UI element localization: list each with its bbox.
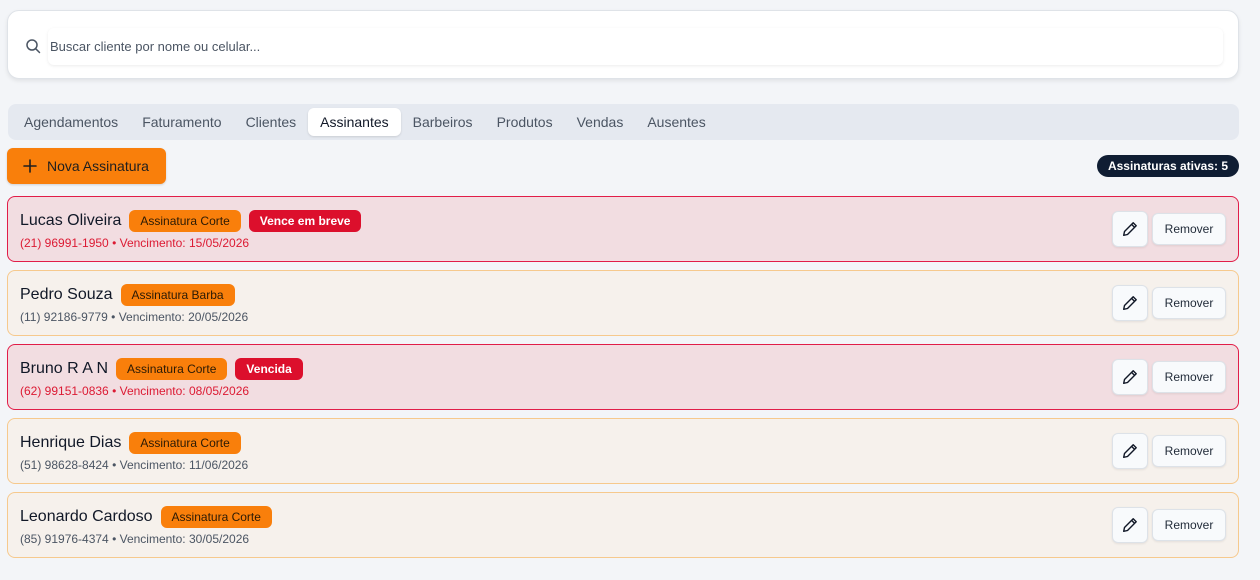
subscriber-name: Henrique Dias	[20, 434, 122, 451]
pencil-icon	[1122, 443, 1138, 459]
subscriber-list: Lucas Oliveira Assinatura Corte Vence em…	[7, 196, 1239, 566]
subscriber-name: Bruno R A N	[20, 360, 109, 377]
subscriber-row: Henrique Dias Assinatura Corte (51) 9862…	[7, 418, 1239, 484]
subscriber-header: Lucas Oliveira Assinatura Corte Vence em…	[20, 210, 369, 232]
remove-button[interactable]: Remover	[1152, 435, 1226, 467]
subscriber-header: Pedro Souza Assinatura Barba	[20, 284, 243, 306]
subscriber-row: Bruno R A N Assinatura Corte Vencida (62…	[7, 344, 1239, 410]
remove-button[interactable]: Remover	[1152, 509, 1226, 541]
subscriber-meta: (62) 99151-0836 • Vencimento: 08/05/2026	[20, 384, 250, 398]
edit-button[interactable]	[1112, 285, 1148, 321]
tab-ausentes[interactable]: Ausentes	[635, 108, 717, 136]
remove-button[interactable]: Remover	[1152, 213, 1226, 245]
subscriber-meta: (21) 96991-1950 • Vencimento: 15/05/2026	[20, 236, 250, 250]
remove-button[interactable]: Remover	[1152, 287, 1226, 319]
plan-badge: Assinatura Barba	[120, 284, 235, 306]
tab-vendas[interactable]: Vendas	[565, 108, 636, 136]
new-subscription-button[interactable]: Nova Assinatura	[7, 148, 166, 184]
plan-badge: Assinatura Corte	[129, 210, 241, 232]
subscriber-header: Henrique Dias Assinatura Corte	[20, 432, 249, 454]
search-card	[7, 10, 1239, 79]
pencil-icon	[1122, 295, 1138, 311]
active-subscriptions-badge: Assinaturas ativas: 5	[1096, 155, 1239, 177]
subscriber-meta: (85) 91976-4374 • Vencimento: 30/05/2026	[20, 532, 250, 546]
pencil-icon	[1122, 369, 1138, 385]
subscriber-row: Pedro Souza Assinatura Barba (11) 92186-…	[7, 270, 1239, 336]
remove-button[interactable]: Remover	[1152, 361, 1226, 393]
plan-badge: Assinatura Corte	[129, 432, 241, 454]
pencil-icon	[1122, 221, 1138, 237]
subscriber-row: Lucas Oliveira Assinatura Corte Vence em…	[7, 196, 1239, 262]
subscriber-meta: (51) 98628-8424 • Vencimento: 11/06/2026	[20, 458, 249, 472]
edit-button[interactable]	[1112, 211, 1148, 247]
plan-badge: Assinatura Corte	[116, 358, 228, 380]
status-badge: Vence em breve	[248, 210, 362, 232]
edit-button[interactable]	[1112, 507, 1148, 543]
tab-faturamento[interactable]: Faturamento	[130, 108, 233, 136]
plan-badge: Assinatura Corte	[160, 506, 272, 528]
status-badge: Vencida	[235, 358, 303, 380]
subscriber-header: Leonardo Cardoso Assinatura Corte	[20, 506, 280, 528]
subscriber-row: Leonardo Cardoso Assinatura Corte (85) 9…	[7, 492, 1239, 558]
subscriber-meta: (11) 92186-9779 • Vencimento: 20/05/2026	[20, 310, 249, 324]
tab-bar: Agendamentos Faturamento Clientes Assinante…	[8, 104, 1239, 140]
search-input[interactable]	[48, 28, 1223, 65]
subscriber-name: Lucas Oliveira	[20, 212, 122, 229]
edit-button[interactable]	[1112, 433, 1148, 469]
tab-clientes[interactable]: Clientes	[234, 108, 309, 136]
pencil-icon	[1122, 517, 1138, 533]
new-subscription-label: Nova Assinatura	[47, 158, 149, 174]
search-icon	[26, 39, 41, 54]
tab-assinantes[interactable]: Assinantes	[308, 108, 401, 136]
tab-agendamentos[interactable]: Agendamentos	[12, 108, 130, 136]
tab-produtos[interactable]: Produtos	[485, 108, 565, 136]
edit-button[interactable]	[1112, 359, 1148, 395]
subscriber-name: Leonardo Cardoso	[20, 508, 153, 525]
tab-barbeiros[interactable]: Barbeiros	[401, 108, 485, 136]
subscriber-name: Pedro Souza	[20, 286, 113, 303]
subscriber-header: Bruno R A N Assinatura Corte Vencida	[20, 358, 311, 380]
plus-icon	[23, 159, 37, 173]
